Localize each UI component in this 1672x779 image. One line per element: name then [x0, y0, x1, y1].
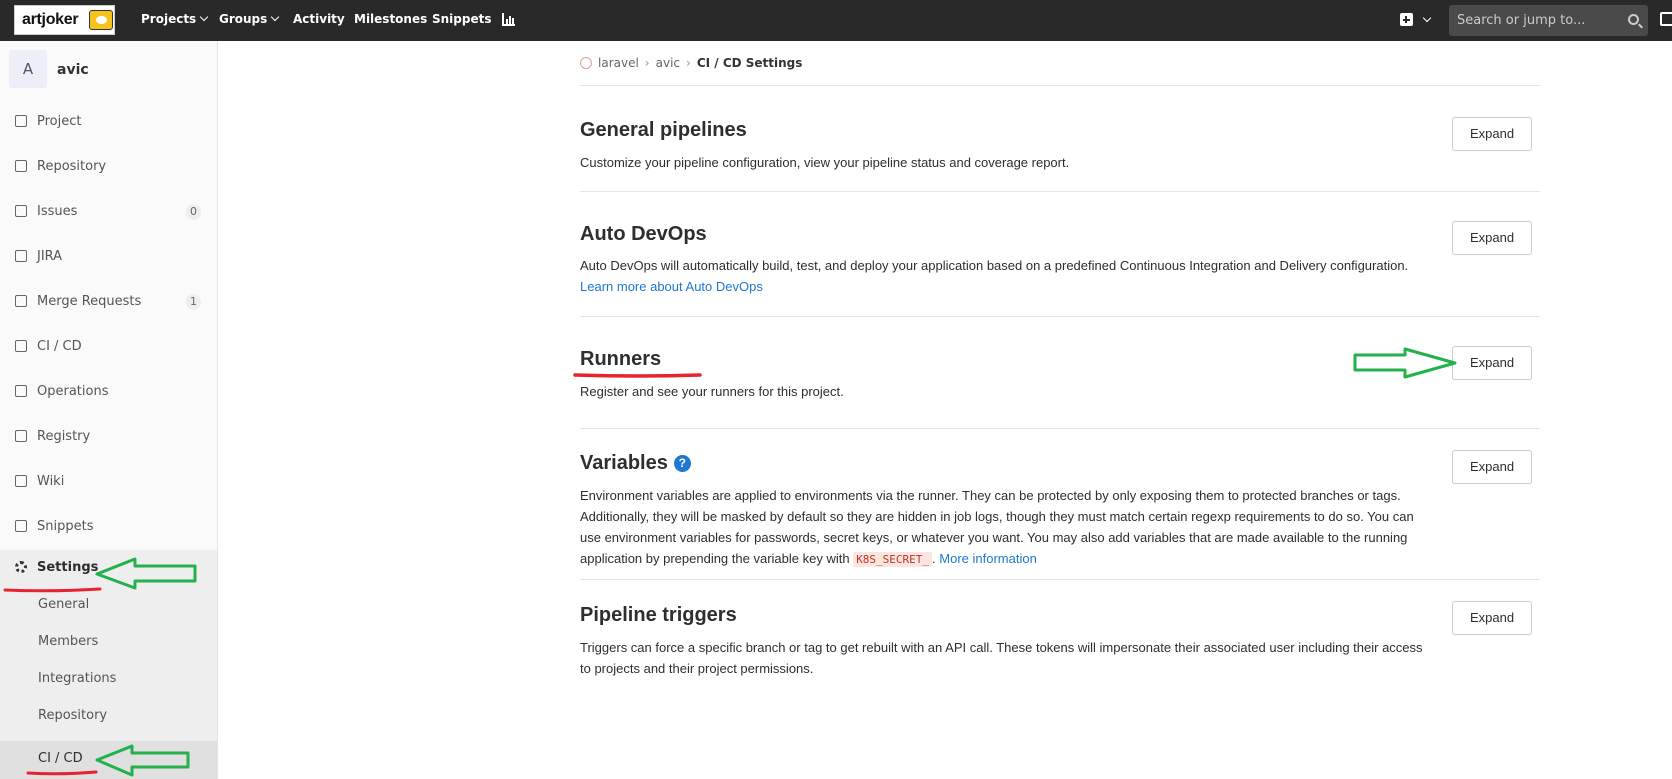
annotation-overlay — [3, 347, 1457, 777]
green-arrow-settings — [95, 557, 197, 590]
red-underline-ci-cd — [26, 770, 98, 776]
red-underline-runners — [573, 373, 702, 378]
red-underline-settings — [3, 587, 102, 593]
green-arrow-ci-cd — [95, 744, 190, 777]
green-arrow-runners-expand — [1353, 347, 1457, 379]
